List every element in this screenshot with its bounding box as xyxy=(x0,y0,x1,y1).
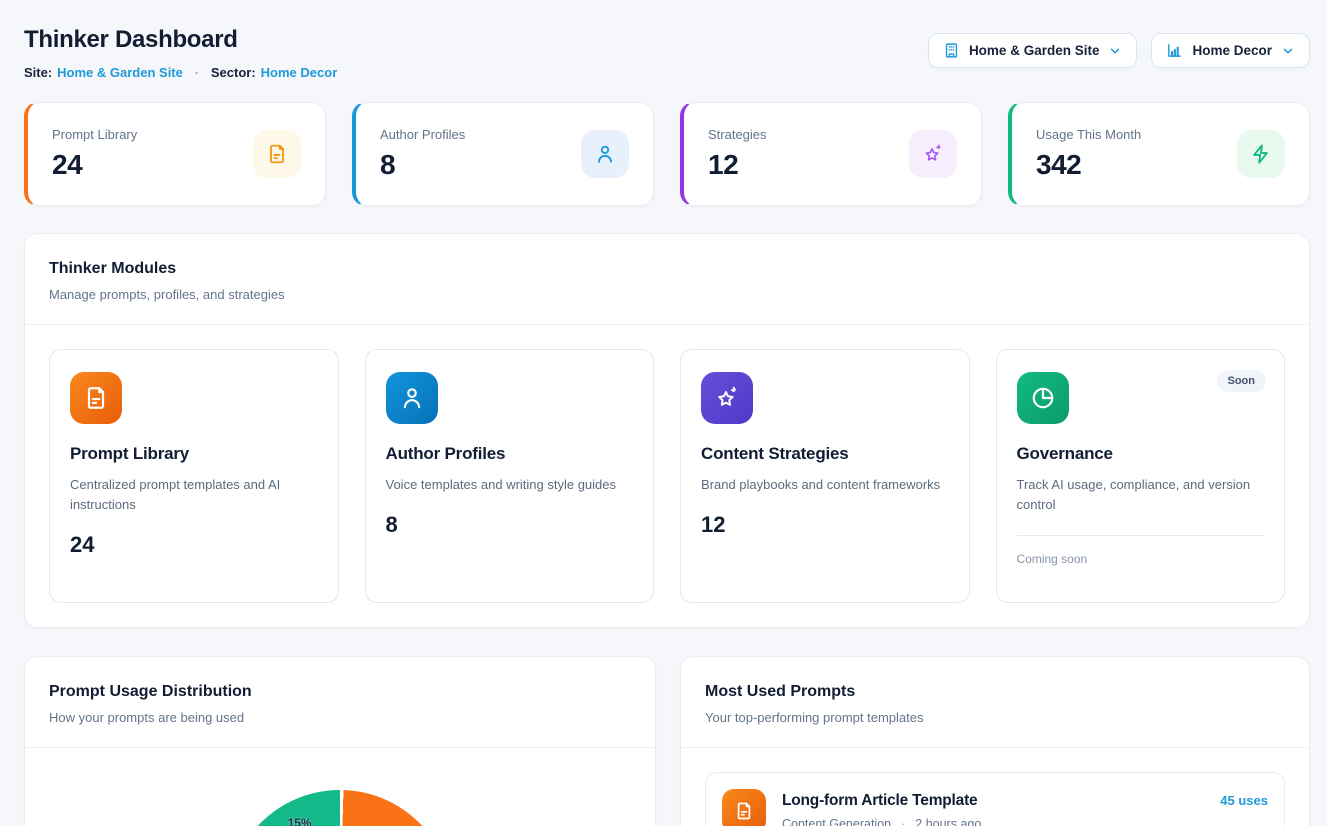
stat-card-strategies: Strategies 12 xyxy=(680,102,982,206)
module-title: Author Profiles xyxy=(386,444,634,464)
star-sparkle-icon xyxy=(701,372,753,424)
prompt-list: Long-form Article Template Content Gener… xyxy=(681,748,1309,826)
sector-link[interactable]: Home Decor xyxy=(261,65,338,80)
document-icon xyxy=(722,789,766,826)
pie-chart-icon xyxy=(1017,372,1069,424)
topbar: Thinker Dashboard Site: Home & Garden Si… xyxy=(24,26,1310,80)
module-card-prompt-library[interactable]: Prompt Library Centralized prompt templa… xyxy=(49,349,339,603)
prompt-list-item[interactable]: Long-form Article Template Content Gener… xyxy=(705,772,1285,826)
page-title: Thinker Dashboard xyxy=(24,26,337,54)
prompts-panel-header: Most Used Prompts Your top-performing pr… xyxy=(681,657,1309,748)
site-dropdown-label: Home & Garden Site xyxy=(969,43,1100,58)
thinker-modules-panel: Thinker Modules Manage prompts, profiles… xyxy=(24,233,1310,628)
stat-value: 24 xyxy=(52,149,137,181)
stat-label: Strategies xyxy=(708,127,767,142)
most-used-prompts-panel: Most Used Prompts Your top-performing pr… xyxy=(680,656,1310,826)
modules-grid: Prompt Library Centralized prompt templa… xyxy=(25,325,1309,627)
dashboard-page: Thinker Dashboard Site: Home & Garden Si… xyxy=(0,0,1327,826)
module-divider xyxy=(1017,535,1265,536)
module-card-author-profiles[interactable]: Author Profiles Voice templates and writ… xyxy=(365,349,655,603)
bottom-row: Prompt Usage Distribution How your promp… xyxy=(24,656,1310,826)
site-sector-line: Site: Home & Garden Site · Sector: Home … xyxy=(24,65,337,80)
modules-panel-header: Thinker Modules Manage prompts, profiles… xyxy=(25,234,1309,325)
stat-value: 342 xyxy=(1036,149,1141,181)
sector-dropdown[interactable]: Home Decor xyxy=(1151,33,1310,68)
site-link[interactable]: Home & Garden Site xyxy=(57,65,183,80)
module-card-content-strategies[interactable]: Content Strategies Brand playbooks and c… xyxy=(680,349,970,603)
separator-dot: · xyxy=(901,817,905,826)
building-icon xyxy=(943,42,960,59)
prompt-usage-panel: Prompt Usage Distribution How your promp… xyxy=(24,656,656,826)
site-label: Site: xyxy=(24,65,52,80)
modules-panel-title: Thinker Modules xyxy=(49,260,1285,278)
module-count: 24 xyxy=(70,532,318,558)
stat-value: 8 xyxy=(380,149,465,181)
stat-card-author-profiles: Author Profiles 8 xyxy=(352,102,654,206)
chart-panel-header: Prompt Usage Distribution How your promp… xyxy=(25,657,655,748)
bar-chart-icon xyxy=(1166,42,1183,59)
sector-dropdown-label: Home Decor xyxy=(1192,43,1272,58)
prompts-panel-title: Most Used Prompts xyxy=(705,683,1285,701)
stat-label: Usage This Month xyxy=(1036,127,1141,142)
donut-segment-label: 15% xyxy=(288,816,312,826)
module-description: Voice templates and writing style guides xyxy=(386,475,634,495)
prompt-meta: Content Generation · 2 hours ago xyxy=(782,817,1204,826)
chevron-down-icon xyxy=(1281,44,1295,58)
prompts-panel-subtitle: Your top-performing prompt templates xyxy=(705,710,1285,725)
module-title: Content Strategies xyxy=(701,444,949,464)
stat-label: Author Profiles xyxy=(380,127,465,142)
module-title: Governance xyxy=(1017,444,1265,464)
modules-panel-subtitle: Manage prompts, profiles, and strategies xyxy=(49,287,1285,302)
coming-soon-note: Coming soon xyxy=(1017,552,1265,566)
document-icon xyxy=(253,130,301,178)
stat-card-prompt-library: Prompt Library 24 xyxy=(24,102,326,206)
chart-panel-subtitle: How your prompts are being used xyxy=(49,710,631,725)
prompt-uses-badge: 45 uses xyxy=(1220,793,1268,808)
chart-body: 15% xyxy=(25,748,655,826)
module-card-governance[interactable]: Soon Governance Track AI usage, complian… xyxy=(996,349,1286,603)
prompt-category: Content Generation xyxy=(782,817,891,826)
chevron-down-icon xyxy=(1108,44,1122,58)
user-icon xyxy=(386,372,438,424)
sector-label: Sector: xyxy=(211,65,256,80)
document-icon xyxy=(70,372,122,424)
stat-card-usage: Usage This Month 342 xyxy=(1008,102,1310,206)
site-dropdown[interactable]: Home & Garden Site xyxy=(928,33,1138,68)
stat-value: 12 xyxy=(708,149,767,181)
donut-chart: 15% xyxy=(228,790,452,826)
star-sparkle-icon xyxy=(909,130,957,178)
module-title: Prompt Library xyxy=(70,444,318,464)
heading-block: Thinker Dashboard Site: Home & Garden Si… xyxy=(24,26,337,80)
prompt-time: 2 hours ago xyxy=(915,817,981,826)
module-description: Centralized prompt templates and AI inst… xyxy=(70,475,318,515)
chart-panel-title: Prompt Usage Distribution xyxy=(49,683,631,701)
zap-icon xyxy=(1237,130,1285,178)
header-controls: Home & Garden Site Home Decor xyxy=(928,26,1310,68)
separator-dot: · xyxy=(195,66,199,80)
donut-ring xyxy=(228,790,452,826)
stat-label: Prompt Library xyxy=(52,127,137,142)
module-description: Brand playbooks and content frameworks xyxy=(701,475,949,495)
module-count: 8 xyxy=(386,512,634,538)
stats-row: Prompt Library 24 Author Profiles 8 xyxy=(24,102,1310,206)
module-description: Track AI usage, compliance, and version … xyxy=(1017,475,1265,515)
prompt-title: Long-form Article Template xyxy=(782,792,1204,810)
user-icon xyxy=(581,130,629,178)
module-count: 12 xyxy=(701,512,949,538)
soon-badge: Soon xyxy=(1217,370,1267,392)
